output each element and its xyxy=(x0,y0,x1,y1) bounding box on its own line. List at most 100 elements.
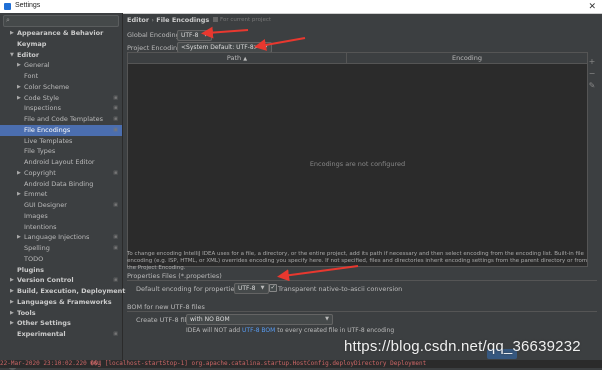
settings-sidebar: ⌕ ▶ Appearance & Behavior Keymap ▼ Editor ▶ Ge… xyxy=(0,13,126,370)
edit-icon[interactable]: ✎ xyxy=(585,81,599,93)
sidebar-item[interactable]: ▼ Editor xyxy=(0,50,122,61)
properties-encoding-select[interactable]: UTF-8 ▼ xyxy=(234,283,269,294)
sidebar-item[interactable]: Inspections ▣ xyxy=(0,103,122,114)
sidebar-item[interactable]: ▶ Code Style ▣ xyxy=(0,93,122,104)
sidebar-item[interactable]: GUI Designer ▣ xyxy=(0,200,122,211)
bom-note-suffix: to every created file in UTF-8 encoding xyxy=(277,327,395,334)
properties-encoding-value: UTF-8 xyxy=(238,285,256,292)
sidebar-item[interactable]: ▶ Version Control ▣ xyxy=(0,275,122,286)
chevron-right-icon[interactable]: ▶ xyxy=(17,82,21,93)
breadcrumb-separator: › xyxy=(151,16,154,24)
sidebar-item[interactable]: File Encodings ▣ xyxy=(0,124,122,136)
bom-note-link[interactable]: UTF-8 BOM xyxy=(242,327,275,334)
sidebar-item[interactable]: ▶ Tools xyxy=(0,308,122,319)
encoding-info-text: To change encoding IntelliJ IDEA uses fo… xyxy=(127,251,588,271)
bom-create-select[interactable]: with NO BOM ▼ xyxy=(186,314,333,325)
bom-note: IDEA will NOT add UTF-8 BOM to every cre… xyxy=(186,327,394,334)
project-config-icon: ▣ xyxy=(113,169,118,176)
add-icon[interactable]: + xyxy=(585,57,599,69)
sidebar-item-label: Plugins xyxy=(17,265,44,274)
breadcrumb: Editor › File Encodings xyxy=(127,16,209,24)
encodings-table[interactable]: Path ▲ Encoding Encodings are not config… xyxy=(127,52,588,267)
column-header-encoding[interactable]: Encoding xyxy=(347,53,587,63)
sidebar-item-label: Images xyxy=(24,211,48,220)
sidebar-item[interactable]: ▶ Build, Execution, Deployment xyxy=(0,286,126,297)
sidebar-item[interactable]: File Types xyxy=(0,146,122,157)
column-header-path-label: Path xyxy=(226,54,242,62)
sidebar-item[interactable]: ▶ Other Settings xyxy=(0,318,122,329)
chevron-right-icon[interactable]: ▶ xyxy=(10,275,14,286)
native-ascii-label: Transparent native-to-ascii conversion xyxy=(278,285,403,293)
sidebar-item-label: File and Code Templates xyxy=(24,115,103,123)
sidebar-item[interactable]: ▶ Language Injections ▣ xyxy=(0,232,122,243)
project-config-icon: ▣ xyxy=(113,277,118,284)
sidebar-item-label: File Types xyxy=(24,147,56,156)
sidebar-item[interactable]: Font xyxy=(0,71,122,82)
chevron-right-icon[interactable]: ▶ xyxy=(10,297,14,308)
properties-files-title: Properties Files (*.properties) xyxy=(127,272,222,280)
project-config-icon: ▣ xyxy=(113,331,118,337)
chevron-right-icon[interactable]: ▶ xyxy=(17,232,21,243)
chevron-right-icon[interactable]: ▶ xyxy=(10,318,14,329)
sidebar-item[interactable]: Android Layout Editor xyxy=(0,157,122,168)
sidebar-item[interactable]: ▶ Appearance & Behavior xyxy=(0,28,122,39)
project-config-icon: ▣ xyxy=(113,245,118,251)
scope-note-text: For current project xyxy=(220,17,272,23)
chevron-right-icon[interactable]: ▶ xyxy=(10,28,14,39)
global-encoding-select[interactable]: UTF-8 ▼ xyxy=(177,30,212,41)
chevron-down-icon: ▼ xyxy=(260,285,265,291)
remove-icon[interactable]: − xyxy=(585,69,599,81)
sidebar-item[interactable]: ▶ General xyxy=(0,60,122,71)
native-ascii-checkbox[interactable]: ✓ xyxy=(269,284,277,292)
project-config-icon: ▣ xyxy=(113,105,118,112)
sidebar-item[interactable]: ▶ Languages & Frameworks xyxy=(0,297,122,308)
sidebar-item-label: Emmet xyxy=(24,190,48,199)
console-log-strip: 22-Mar-2020 23:10:02.220 ��Ϣ [localhost-… xyxy=(0,360,602,368)
sidebar-item-label: Build, Execution, Deployment xyxy=(17,287,126,295)
sidebar-item[interactable]: File and Code Templates ▣ xyxy=(0,114,122,125)
sidebar-item-label: Inspections xyxy=(24,104,61,113)
scope-note: For current project xyxy=(213,17,271,23)
sidebar-item[interactable]: ▶ Copyright ▣ xyxy=(0,168,122,179)
sidebar-item-label: File Encodings xyxy=(24,125,71,134)
sidebar-item[interactable]: Android Data Binding xyxy=(0,179,122,190)
app-icon xyxy=(4,3,11,10)
sort-asc-icon: ▲ xyxy=(243,56,248,62)
bom-create-value: with NO BOM xyxy=(190,316,230,323)
sidebar-item[interactable]: Experimental ▣ xyxy=(0,329,122,340)
sidebar-item[interactable]: Spelling ▣ xyxy=(0,243,122,254)
global-encoding-label: Global Encoding: xyxy=(127,31,182,39)
sidebar-item-label: Language Injections xyxy=(24,233,90,242)
project-config-icon: ▣ xyxy=(113,234,118,241)
sidebar-item[interactable]: Images xyxy=(0,211,122,222)
settings-search-input[interactable]: ⌕ xyxy=(3,15,119,27)
table-toolbar: + − ✎ xyxy=(585,57,599,93)
sidebar-item-label: Live Templates xyxy=(24,136,73,145)
chevron-right-icon[interactable]: ▶ xyxy=(17,93,21,104)
project-config-icon: ▣ xyxy=(113,94,118,101)
chevron-right-icon[interactable]: ▶ xyxy=(10,308,14,319)
sidebar-item[interactable]: ▶ Color Scheme xyxy=(0,82,122,93)
close-icon[interactable]: ✕ xyxy=(588,1,596,12)
chevron-right-icon[interactable]: ▶ xyxy=(17,189,21,200)
chevron-right-icon[interactable]: ▶ xyxy=(17,60,21,71)
sidebar-item[interactable]: Keymap xyxy=(0,39,122,50)
sidebar-item-label: Intentions xyxy=(24,222,57,231)
sidebar-item-label: Appearance & Behavior xyxy=(17,29,104,37)
column-header-path[interactable]: Path ▲ xyxy=(128,53,347,63)
sidebar-item[interactable]: Live Templates xyxy=(0,136,122,147)
sidebar-item-label: Android Data Binding xyxy=(24,179,94,188)
chevron-right-icon[interactable]: ▶ xyxy=(10,286,14,297)
sidebar-item[interactable]: Plugins xyxy=(0,265,122,276)
project-config-icon: ▣ xyxy=(113,202,118,208)
chevron-down-icon: ▼ xyxy=(203,32,208,38)
sidebar-item-label: Code Style xyxy=(24,93,60,102)
sidebar-item-label: Color Scheme xyxy=(24,82,70,91)
chevron-down-icon[interactable]: ▼ xyxy=(10,50,14,61)
sidebar-item[interactable]: TODO xyxy=(0,254,122,265)
breadcrumb-current: File Encodings xyxy=(156,16,210,24)
sidebar-item[interactable]: ▶ Emmet xyxy=(0,189,122,200)
sidebar-item[interactable]: Intentions xyxy=(0,222,122,233)
bom-title: BOM for new UTF-8 files xyxy=(127,303,205,311)
chevron-right-icon[interactable]: ▶ xyxy=(17,168,21,179)
